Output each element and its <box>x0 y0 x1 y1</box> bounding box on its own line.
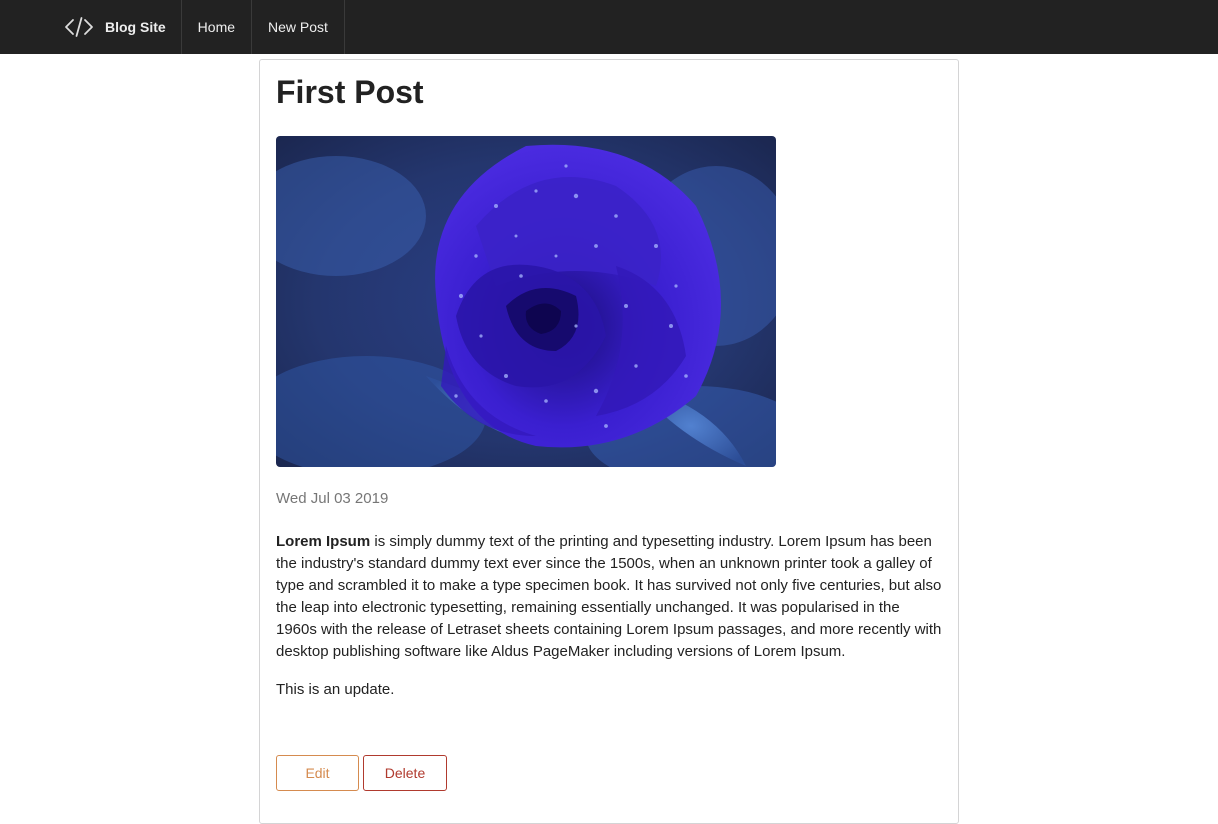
post-update-text: This is an update. <box>276 681 395 698</box>
brand-link[interactable]: Blog Site <box>49 0 182 54</box>
post-date: Wed Jul 03 2019 <box>276 490 389 507</box>
post-actions: Edit Delete <box>276 755 447 791</box>
post-paragraph: Lorem Ipsum is simply dummy text of the … <box>276 531 944 663</box>
brand-label: Blog Site <box>105 19 166 35</box>
post-body-bold: Lorem Ipsum <box>276 533 371 550</box>
nav-home-link[interactable]: Home <box>182 0 253 54</box>
code-icon <box>64 15 94 39</box>
post-image <box>276 136 776 467</box>
delete-button[interactable]: Delete <box>363 755 447 791</box>
post-title: First Post <box>276 74 424 110</box>
top-navbar: Blog Site Home New Post <box>0 0 1218 54</box>
nav-new-post-link[interactable]: New Post <box>252 0 345 54</box>
navbar-menu: Blog Site Home New Post <box>49 0 345 54</box>
post-body: Lorem Ipsum is simply dummy text of the … <box>276 531 944 717</box>
edit-button[interactable]: Edit <box>276 755 359 791</box>
post-body-text: is simply dummy text of the printing and… <box>276 533 942 660</box>
post-card: First Post Wed Jul 03 2019 Lorem Ipsum i… <box>259 59 959 824</box>
